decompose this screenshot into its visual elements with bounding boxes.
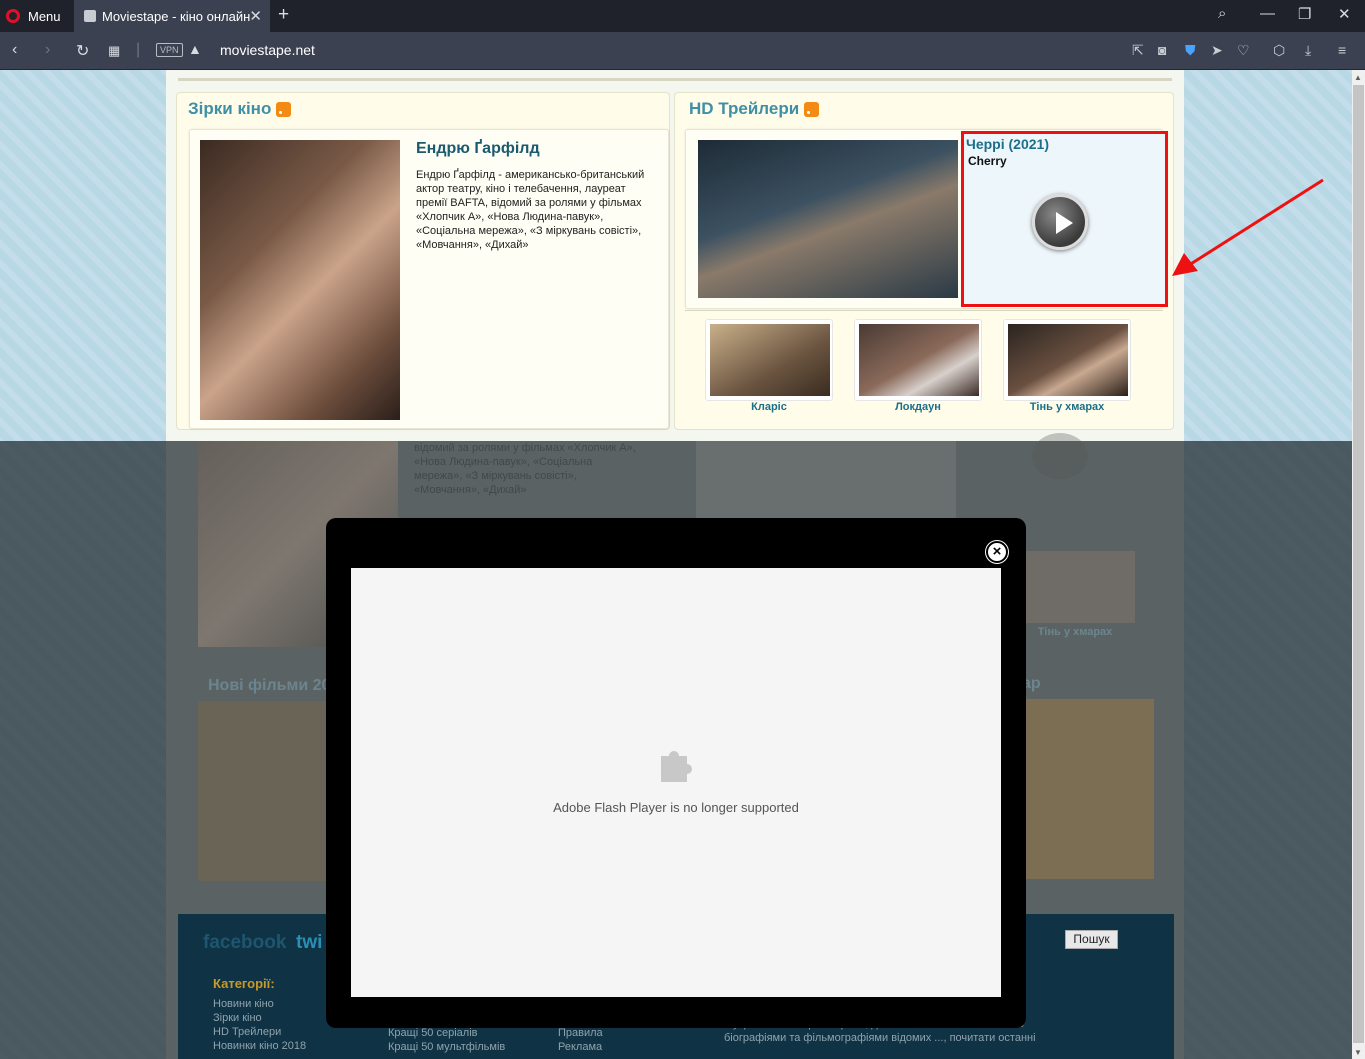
facebook-link[interactable]: facebook [203, 932, 286, 954]
top-divider [178, 78, 1172, 81]
modal-close-button[interactable]: × [986, 541, 1008, 563]
plugin-puzzle-icon [661, 751, 692, 782]
flash-unsupported-message: Adobe Flash Player is no longer supporte… [553, 800, 799, 815]
actor-card: Ендрю Ґарфілд Ендрю Ґарфілд - американсь… [189, 129, 669, 429]
site-favicon-icon [84, 10, 96, 22]
trailer-divider [685, 310, 1163, 311]
menu-label: Menu [28, 8, 61, 24]
scroll-down-icon[interactable]: ▼ [1354, 1048, 1362, 1057]
send-icon[interactable]: ➤ [1211, 42, 1223, 59]
cube-icon[interactable]: ⬡ [1273, 42, 1285, 59]
ghost-thumb [1015, 551, 1135, 623]
categories-title: Категорії: [213, 976, 275, 991]
scroll-up-icon[interactable]: ▲ [1354, 73, 1362, 82]
forward-icon[interactable]: › [45, 41, 50, 59]
footer-link[interactable]: Правила [558, 1027, 603, 1039]
stars-section: Зірки кіно Ендрю Ґарфілд Ендрю Ґарфілд -… [176, 92, 670, 430]
thumb-label[interactable]: Тінь у хмарах [1003, 401, 1131, 413]
rss-icon[interactable] [276, 101, 292, 117]
heart-icon[interactable]: ♡ [1237, 42, 1250, 59]
separator: | [136, 41, 141, 58]
actor-bio: Ендрю Ґарфілд - американсько-британський… [416, 169, 645, 251]
footer-link[interactable]: HD Трейлери [213, 1026, 281, 1038]
actor-name[interactable]: Ендрю Ґарфілд [416, 140, 540, 158]
share-icon[interactable]: ⇱ [1132, 42, 1144, 59]
warning-icon[interactable]: ▲ [188, 41, 202, 57]
flash-modal: × Adobe Flash Player is no longer suppor… [326, 518, 1026, 1028]
tab-title: Moviestape - кіно онлайн [102, 8, 251, 24]
thumb-image [1008, 324, 1128, 396]
ghost-trailer [696, 441, 956, 519]
page-viewport: Зірки кіно Ендрю Ґарфілд Ендрю Ґарфілд -… [0, 70, 1352, 1059]
restore-icon[interactable]: ❐ [1298, 5, 1311, 23]
rss-icon[interactable] [804, 101, 820, 117]
red-highlight-box [961, 131, 1168, 307]
twitter-link[interactable]: twi [296, 932, 322, 954]
red-arrow-annotation [1172, 178, 1324, 276]
thumb-card-lockdown[interactable] [854, 319, 982, 401]
back-icon[interactable]: ‹ [12, 41, 17, 59]
actor-photo[interactable] [200, 140, 400, 420]
ghost-thumb-label: Тінь у хмарах [1037, 626, 1113, 638]
reload-icon[interactable]: ↻ [76, 41, 89, 61]
tab-close-icon[interactable]: ✕ [249, 7, 262, 25]
opera-logo-icon [6, 9, 20, 23]
address-bar: ‹ › ↻ ▦ | VPN ▲ moviestape.net ⇱ ◙ ⛊ ➤ ♡… [0, 32, 1365, 70]
shield-icon[interactable]: ⛊ [1185, 42, 1196, 59]
download-icon[interactable]: ⤓ [1305, 42, 1311, 59]
footer-link[interactable]: Реклама [558, 1041, 602, 1053]
ghost-play-icon [1032, 433, 1088, 479]
ghost-bio: відомий за ролями у фільмах «Хлопчик А»,… [414, 442, 636, 496]
footer-link[interactable]: Новинки кіно 2018 [213, 1040, 306, 1052]
speed-dial-icon[interactable]: ▦ [108, 43, 120, 59]
vpn-badge[interactable]: VPN [156, 43, 183, 57]
footer-link[interactable]: Кращі 50 мультфільмів [388, 1041, 505, 1053]
new-tab-icon[interactable]: + [278, 4, 289, 26]
url-field[interactable]: moviestape.net [220, 42, 315, 58]
thumb-label[interactable]: Локдаун [854, 401, 982, 413]
search-icon[interactable]: ⌕ [1218, 5, 1226, 22]
opera-menu-button[interactable]: Menu [6, 6, 61, 26]
thumb-label[interactable]: Кларіс [705, 401, 833, 413]
footer-link[interactable]: Кращі 50 серіалів [388, 1027, 478, 1039]
trailer-poster[interactable] [698, 140, 958, 298]
ghost-poster-left [198, 701, 326, 881]
flash-player-area[interactable]: Adobe Flash Player is no longer supporte… [351, 568, 1001, 997]
footer-link[interactable]: Зірки кіно [213, 1012, 262, 1024]
footer-link[interactable]: Новини кіно [213, 998, 274, 1010]
ghost-poster-right [1026, 699, 1154, 879]
scrollbar-thumb[interactable] [1353, 85, 1364, 1043]
active-tab[interactable]: Moviestape - кіно онлайн ✕ [74, 0, 270, 32]
thumb-image [710, 324, 830, 396]
thumb-image [859, 324, 979, 396]
tab-bar: Menu Moviestape - кіно онлайн ✕ + ⌕ — ❐ … [0, 0, 1365, 32]
ghost-new-films-title: Нові фільми 20 [208, 677, 331, 694]
thumb-card-clarice[interactable] [705, 319, 833, 401]
trailers-section-title[interactable]: HD Трейлери [689, 99, 820, 119]
stars-section-title[interactable]: Зірки кіно [188, 99, 292, 119]
menu-lines-icon[interactable]: ≡ [1338, 42, 1346, 58]
window-close-icon[interactable]: ✕ [1338, 5, 1351, 23]
minimize-icon[interactable]: — [1260, 5, 1275, 22]
camera-icon[interactable]: ◙ [1158, 42, 1166, 58]
thumb-card-shadow[interactable] [1003, 319, 1131, 401]
search-button[interactable]: Пошук [1065, 930, 1118, 949]
